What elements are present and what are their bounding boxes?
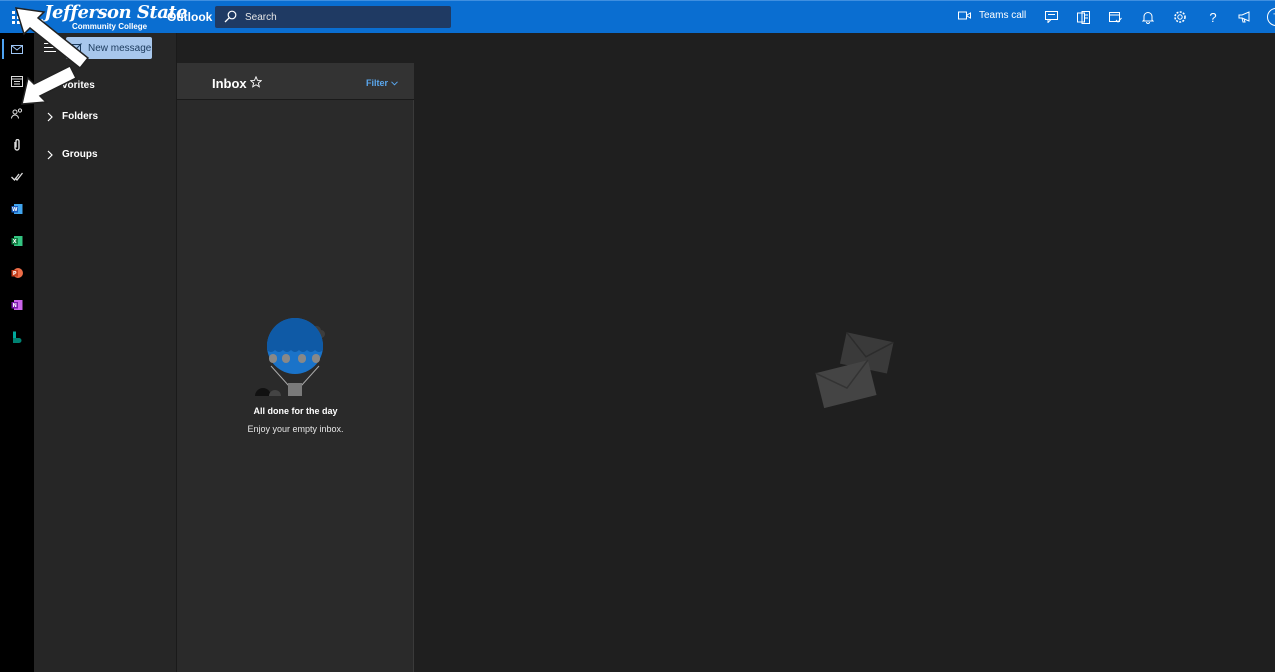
megaphone-icon[interactable]: [1237, 9, 1253, 25]
files-icon[interactable]: [7, 135, 27, 155]
onenote-icon[interactable]: N: [7, 295, 27, 315]
search-box[interactable]: [215, 6, 451, 28]
svg-text:P: P: [13, 271, 17, 277]
groups-item[interactable]: Groups: [46, 149, 98, 160]
svg-text:X: X: [13, 239, 17, 245]
avatar[interactable]: T: [1267, 8, 1275, 26]
top-bar: Jefferson State Community College Outloo…: [0, 0, 1275, 33]
help-icon[interactable]: ?: [1205, 9, 1221, 25]
bell-icon[interactable]: [1140, 9, 1156, 25]
svg-text:N: N: [13, 303, 17, 309]
empty-inbox-title: All done for the day: [253, 406, 338, 416]
message-list: Inbox Filter All done for the day Enjoy …: [177, 63, 414, 672]
star-icon[interactable]: [250, 76, 262, 88]
search-icon: [224, 10, 237, 23]
my-day-icon[interactable]: [1107, 9, 1123, 25]
bookings-icon[interactable]: [7, 327, 27, 347]
inbox-title: Inbox: [212, 76, 247, 91]
chevron-right-icon: [47, 150, 53, 159]
chevron-down-icon: [391, 80, 398, 86]
teams-call-label: Teams call: [979, 10, 1027, 21]
filter-label: Filter: [366, 78, 389, 88]
todo-icon[interactable]: [7, 167, 27, 187]
message-list-header: Inbox Filter: [177, 63, 414, 100]
teams-call-button[interactable]: Teams call: [958, 10, 1026, 21]
reading-pane: [415, 33, 1275, 672]
tutorial-arrow-icon: [21, 64, 78, 105]
video-icon: [958, 11, 971, 20]
gear-icon[interactable]: [1172, 9, 1188, 25]
empty-inbox-balloon-icon: [255, 318, 325, 396]
active-indicator: [2, 39, 4, 59]
search-input[interactable]: [245, 6, 445, 28]
groups-label: Groups: [62, 149, 98, 160]
folder-pane: New message vorites Folders Groups: [34, 33, 177, 672]
outlook-window: Jefferson State Community College Outloo…: [0, 0, 1275, 672]
envelopes-icon: [815, 331, 894, 409]
word-icon[interactable]: W: [7, 199, 27, 219]
powerpoint-icon[interactable]: P: [7, 263, 27, 283]
app-rail: W X P N: [0, 33, 34, 672]
excel-icon[interactable]: X: [7, 231, 27, 251]
feedback-icon[interactable]: [1043, 9, 1059, 25]
svg-text:W: W: [12, 207, 18, 213]
filter-button[interactable]: Filter: [366, 78, 398, 88]
office-icon[interactable]: [1075, 9, 1091, 25]
app-name[interactable]: Outlook: [167, 10, 212, 24]
empty-inbox-subtitle: Enjoy your empty inbox.: [247, 424, 344, 434]
